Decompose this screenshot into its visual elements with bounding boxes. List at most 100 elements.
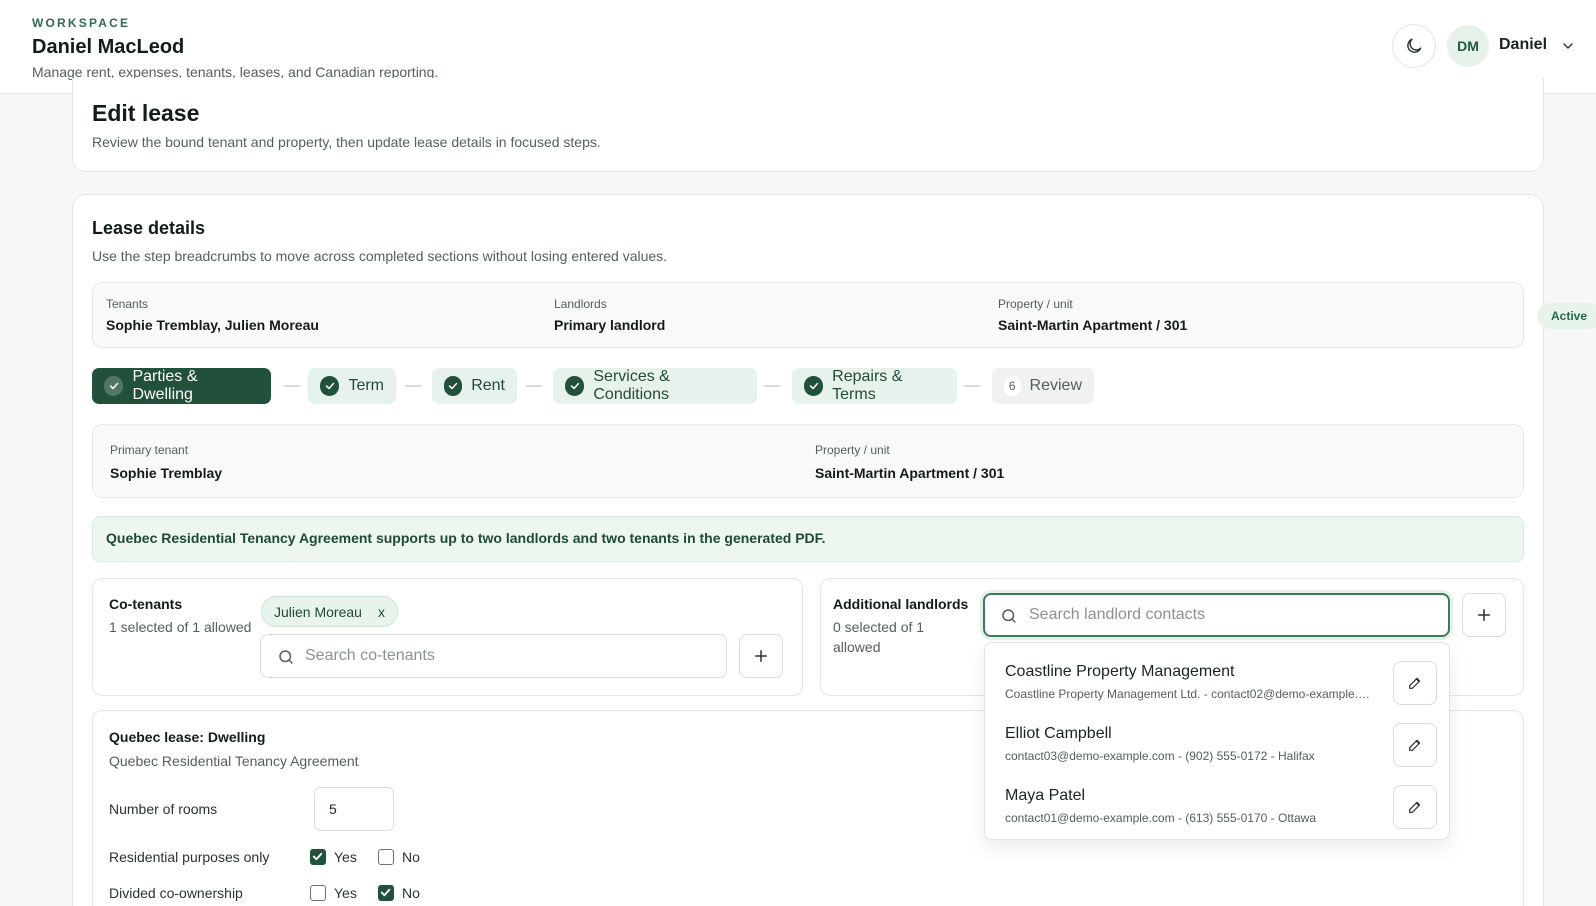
residential-no-checkbox[interactable]	[378, 849, 394, 865]
check-icon	[104, 376, 124, 396]
step-breadcrumbs: Parties & Dwelling Term Rent Services & …	[92, 368, 1094, 404]
moon-icon	[1407, 38, 1422, 53]
lease-summary: Tenants Sophie Tremblay, Julien Moreau L…	[92, 282, 1596, 348]
chip-remove-button[interactable]: x	[378, 604, 385, 620]
primary-tenant-value: Sophie Tremblay	[110, 465, 223, 481]
co-tenants-title: Co-tenants	[109, 596, 183, 612]
co-tenants-search-input[interactable]	[305, 635, 710, 677]
landlords-search[interactable]	[983, 593, 1450, 637]
edit-contact-button[interactable]	[1393, 661, 1437, 705]
section-subtitle: Use the step breadcrumbs to move across …	[92, 248, 668, 264]
rooms-input[interactable]	[314, 787, 394, 831]
step-label: Services & Conditions	[593, 368, 670, 403]
step-separator	[764, 385, 780, 387]
check-icon	[380, 888, 391, 897]
edit-contact-button[interactable]	[1393, 785, 1437, 829]
pencil-icon	[1409, 801, 1421, 813]
step-separator	[964, 385, 980, 387]
step-separator	[526, 385, 542, 387]
section-title: Lease details	[92, 218, 206, 238]
residential-yes-checkbox[interactable]	[310, 849, 326, 865]
check-icon	[320, 376, 340, 396]
coownership-yes-checkbox[interactable]	[310, 885, 326, 901]
result-meta: contact03@demo-example.com - (902) 555-0…	[1005, 749, 1315, 763]
step-number: 6	[1004, 376, 1021, 396]
residential-yes-label: Yes	[334, 849, 357, 865]
check-icon	[804, 376, 824, 396]
step-label: Parties & Dwelling	[132, 368, 198, 403]
result-meta: Coastline Property Management Ltd. - con…	[1005, 687, 1371, 701]
avatar[interactable]: DM	[1447, 25, 1489, 67]
chevron-down-icon[interactable]	[1560, 38, 1576, 54]
coownership-no-checkbox[interactable]	[378, 885, 394, 901]
property-value: Saint-Martin Apartment / 301	[998, 317, 1188, 333]
pencil-icon	[1409, 677, 1421, 689]
step-separator	[405, 385, 421, 387]
page-subtitle: Review the bound tenant and property, th…	[92, 134, 601, 150]
co-tenant-chip: Julien Moreau x	[261, 596, 398, 627]
workspace-name: Daniel MacLeod	[32, 36, 185, 58]
add-landlord-button[interactable]	[1462, 593, 1506, 637]
landlord-result-item[interactable]: Maya Patel contact01@demo-example.com - …	[985, 779, 1449, 841]
edit-contact-button[interactable]	[1393, 723, 1437, 767]
co-tenants-search[interactable]	[260, 634, 727, 678]
step-review[interactable]: 6 Review	[992, 368, 1094, 404]
landlords-value: Primary landlord	[554, 317, 666, 333]
pencil-icon	[1409, 739, 1421, 751]
residential-label: Residential purposes only	[109, 849, 270, 865]
step-rent[interactable]: Rent	[432, 368, 517, 404]
coownership-label: Divided co-ownership	[109, 885, 243, 901]
property-label: Property / unit	[998, 297, 1073, 311]
page-title: Edit lease	[92, 100, 200, 126]
landlord-result-item[interactable]: Elliot Campbell contact03@demo-example.c…	[985, 717, 1449, 779]
workspace-eyebrow: WORKSPACE	[32, 16, 131, 30]
edit-lease-card	[72, 78, 1544, 172]
step-parties-dwelling[interactable]: Parties & Dwelling	[92, 368, 271, 404]
landlords-count: 0 selected of 1	[833, 619, 925, 635]
tenants-label: Tenants	[106, 297, 149, 311]
bound-property-label: Property / unit	[815, 443, 890, 457]
co-tenants-count: 1 selected of 1 allowed	[109, 619, 252, 635]
landlords-label: Landlords	[554, 297, 607, 311]
step-services-conditions[interactable]: Services & Conditions	[553, 368, 757, 404]
plus-icon	[1478, 609, 1490, 621]
search-icon	[1002, 609, 1016, 623]
tenants-value: Sophie Tremblay, Julien Moreau	[106, 317, 319, 333]
landlord-results-dropdown: Coastline Property Management Coastline …	[984, 642, 1450, 840]
result-name: Coastline Property Management	[1005, 663, 1235, 680]
landlords-title: Additional landlords	[833, 596, 969, 612]
add-co-tenant-button[interactable]	[739, 634, 783, 678]
info-notice: Quebec Residential Tenancy Agreement sup…	[92, 516, 1524, 562]
chip-label: Julien Moreau	[274, 603, 362, 620]
plus-icon	[755, 650, 767, 662]
step-term[interactable]: Term	[308, 368, 396, 404]
result-name: Elliot Campbell	[1005, 725, 1112, 742]
result-name: Maya Patel	[1005, 787, 1086, 804]
dwelling-subtitle: Quebec Residential Tenancy Agreement	[109, 753, 359, 769]
check-icon	[312, 852, 323, 861]
theme-toggle-button[interactable]	[1392, 24, 1436, 68]
landlords-count-cont: allowed	[833, 639, 881, 655]
step-label: Repairs & Terms	[832, 368, 903, 403]
primary-tenant-label: Primary tenant	[110, 443, 189, 457]
landlords-search-input[interactable]	[1029, 595, 1432, 635]
step-label: Term	[348, 377, 384, 394]
rooms-label: Number of rooms	[109, 801, 218, 817]
residential-no-label: No	[402, 849, 420, 865]
status-badge: Active	[1537, 303, 1596, 329]
dwelling-title: Quebec lease: Dwelling	[109, 729, 266, 745]
user-name[interactable]: Daniel	[1499, 36, 1547, 54]
step-repairs-terms[interactable]: Repairs & Terms	[792, 368, 957, 404]
step-label: Rent	[471, 377, 505, 394]
coownership-no-label: No	[402, 885, 420, 901]
step-label: Review	[1029, 377, 1082, 394]
landlord-result-item[interactable]: Coastline Property Management Coastline …	[985, 655, 1449, 717]
check-icon	[444, 376, 463, 396]
step-separator	[284, 385, 300, 387]
bound-parties: Primary tenant Sophie Tremblay Property …	[92, 424, 1524, 498]
check-icon	[565, 376, 585, 396]
coownership-yes-label: Yes	[334, 885, 357, 901]
bound-property-value: Saint-Martin Apartment / 301	[815, 465, 1005, 481]
search-icon	[279, 650, 293, 664]
result-meta: contact01@demo-example.com - (613) 555-0…	[1005, 811, 1316, 825]
